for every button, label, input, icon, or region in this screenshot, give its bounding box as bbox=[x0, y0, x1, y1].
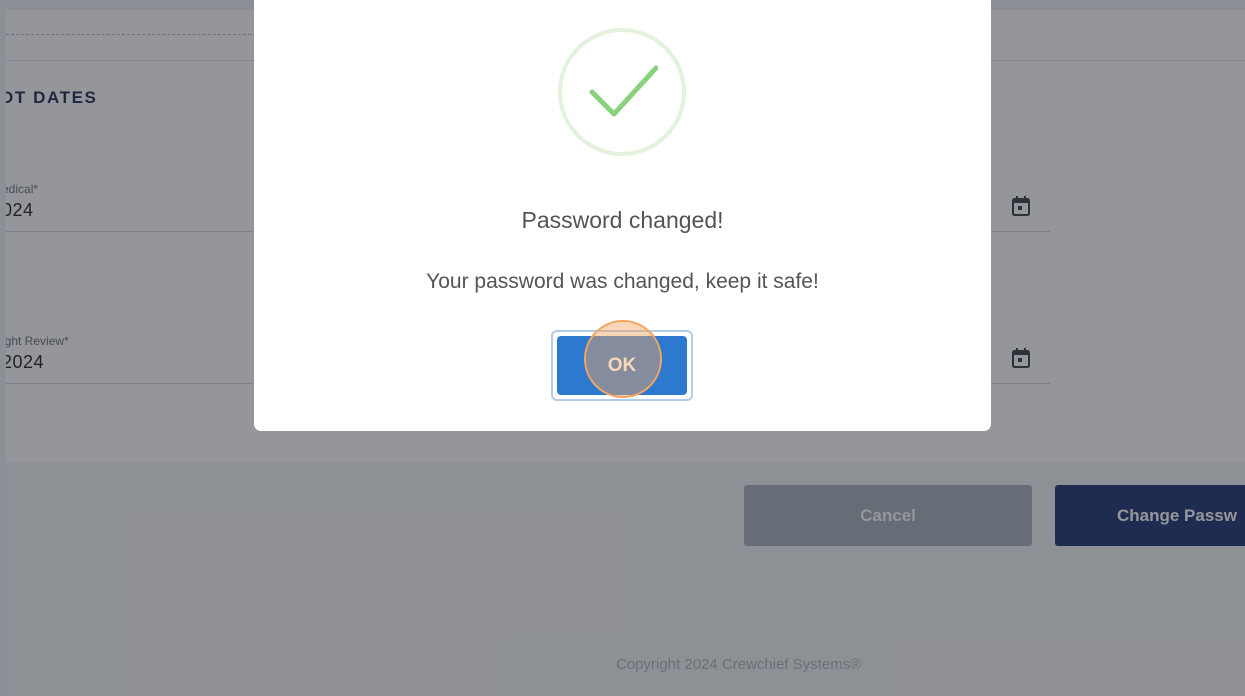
dialog-message: Your password was changed, keep it safe! bbox=[426, 270, 819, 293]
click-indicator bbox=[584, 320, 662, 398]
success-check-icon bbox=[558, 28, 686, 156]
dialog-title: Password changed! bbox=[521, 207, 724, 233]
success-dialog: Password changed! Your password was chan… bbox=[254, 0, 991, 431]
